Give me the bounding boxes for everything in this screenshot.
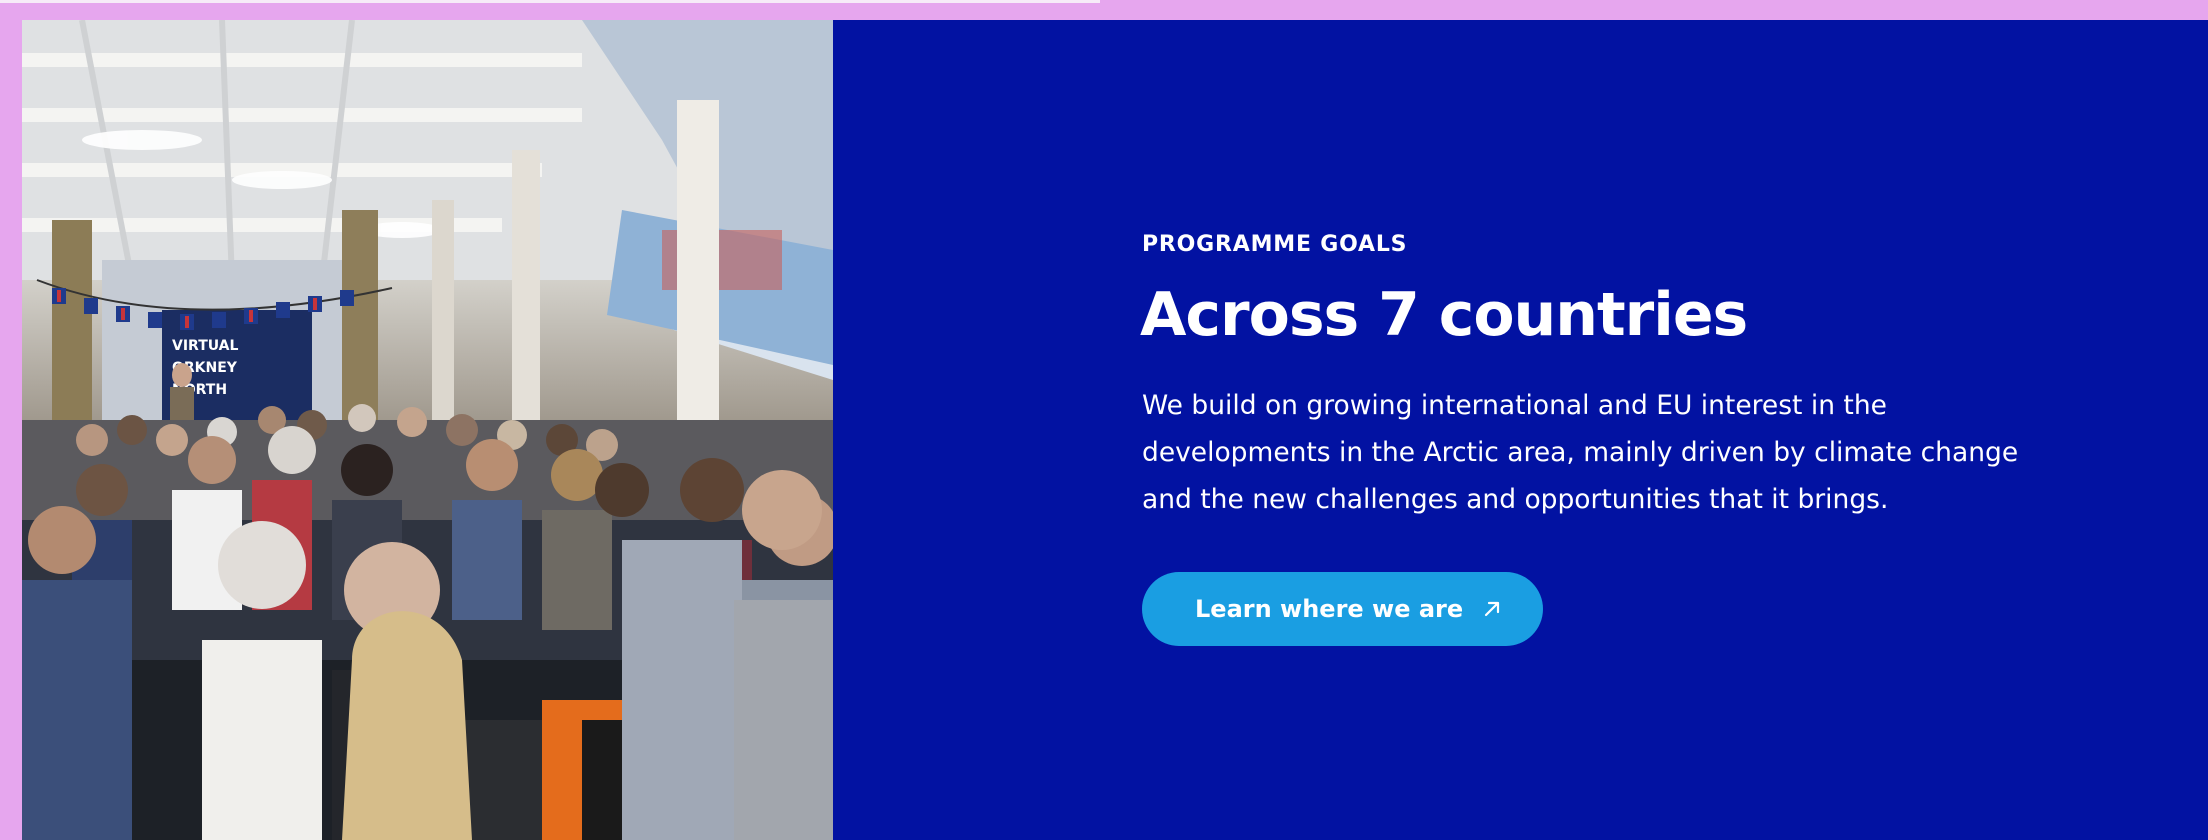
cta-label: Learn where we are <box>1195 595 1464 623</box>
top-strip-highlight <box>0 0 1100 3</box>
stage-screen-text: VIRTUAL <box>172 338 239 354</box>
arrow-up-right-icon <box>1483 600 1501 618</box>
programme-goals-content: PROGRAMME GOALS Across 7 countries We bu… <box>833 20 2208 840</box>
section-eyebrow: PROGRAMME GOALS <box>1142 232 1408 257</box>
curtain <box>52 220 92 450</box>
page-frame: VIRTUAL ORKNEY NORTH PROGRAMME GOALS Acr… <box>0 0 2208 840</box>
pillar <box>432 200 454 440</box>
conference-photo: VIRTUAL ORKNEY NORTH <box>22 20 833 840</box>
top-strip <box>0 0 2208 20</box>
section-description: We build on growing international and EU… <box>1142 390 2019 515</box>
pillar <box>512 150 540 450</box>
pillar <box>677 100 719 460</box>
programme-goals-section: VIRTUAL ORKNEY NORTH PROGRAMME GOALS Acr… <box>22 20 2208 840</box>
section-heading: Across 7 countries <box>1140 280 1748 350</box>
conference-photo-illustration: VIRTUAL ORKNEY NORTH <box>22 20 833 840</box>
learn-where-we-are-button[interactable]: Learn where we are <box>1142 572 1544 646</box>
